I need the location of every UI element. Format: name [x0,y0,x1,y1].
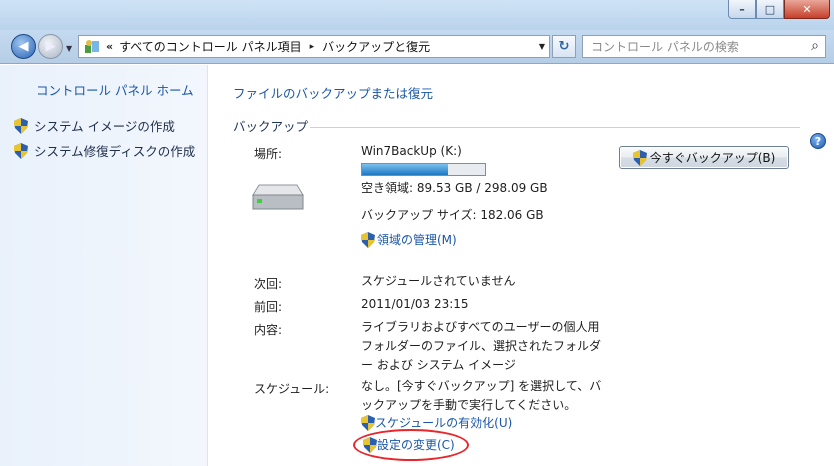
forward-arrow-icon[interactable]: ▶ [38,34,63,59]
address-dropdown-icon[interactable]: ▼ [539,42,545,51]
main-content: ? ファイルのバックアップまたは復元 バックアップ 場所: Win7BackUp… [209,65,834,466]
uac-shield-icon [361,231,375,248]
contents-line: フォルダーのファイル、選択されたフォルダ [361,339,602,353]
uac-shield-icon [361,414,375,431]
search-icon[interactable]: ⌕ [811,38,819,54]
section-title: バックアップ [233,119,309,134]
search-box[interactable]: ⌕ [582,35,826,58]
title-bar: – □ ✕ [0,0,834,30]
control-panel-icon [82,38,102,56]
contents-label: 内容: [254,323,283,337]
create-repair-disc-link[interactable]: システム修復ディスクの作成 [14,141,195,160]
control-panel-home-link[interactable]: コントロール パネル ホーム [36,80,194,99]
task-label: システム修復ディスクの作成 [34,144,196,159]
navigation-bar: ◀ ▶ ▼ « すべてのコントロール パネル項目 ▸ バックアップと復元 ▼ ↻… [0,30,834,64]
minimize-button[interactable]: – [728,0,756,19]
schedule-value: なし。[今すぐバックアップ] を選択して、バ ックアップを手動で実行してください… [361,377,601,415]
uac-shield-icon [14,117,28,134]
breadcrumb-separator[interactable]: ▸ [310,42,315,52]
create-system-image-link[interactable]: システム イメージの作成 [14,116,175,135]
change-settings-link[interactable]: 設定の変更(C) [363,436,455,453]
backup-restore-files-link[interactable]: ファイルのバックアップまたは復元 [233,83,433,102]
free-space-text: 空き領域: 89.53 GB / 298.09 GB [361,181,548,195]
breadcrumb-backup-restore[interactable]: バックアップと復元 [322,38,430,55]
last-label: 前回: [254,300,283,314]
section-divider [310,127,800,128]
address-bar[interactable]: « すべてのコントロール パネル項目 ▸ バックアップと復元 ▼ [78,35,550,58]
task-label: システム イメージの作成 [34,119,175,134]
change-settings-label: 設定の変更(C) [377,438,455,452]
help-icon[interactable]: ? [810,133,826,149]
close-button[interactable]: ✕ [784,0,830,19]
contents-line: ライブラリおよびすべてのユーザーの個人用 [361,320,600,334]
uac-shield-icon [14,142,28,159]
schedule-line: ックアップを手動で実行してください。 [361,398,577,412]
backup-now-label: 今すぐバックアップ(B) [649,151,776,165]
location-label: 場所: [254,147,283,161]
maximize-button[interactable]: □ [756,0,784,19]
drive-icon [251,181,305,213]
backup-size-text: バックアップ サイズ: 182.06 GB [361,208,544,222]
address-overflow[interactable]: « [106,40,113,53]
uac-shield-icon [632,149,647,166]
window-controls: – □ ✕ [728,0,830,19]
contents-line: ー および システム イメージ [361,358,516,372]
contents-value: ライブラリおよびすべてのユーザーの個人用 フォルダーのファイル、選択されたフォル… [361,318,601,375]
schedule-label: スケジュール: [254,382,330,396]
backup-now-button[interactable]: 今すぐバックアップ(B) [619,146,789,169]
next-value: スケジュールされていません [361,274,516,288]
enable-schedule-label: スケジュールの有効化(U) [375,416,513,430]
schedule-line: なし。[今すぐバックアップ] を選択して、バ [361,379,602,393]
refresh-icon[interactable]: ↻ [552,35,576,58]
uac-shield-icon [363,436,377,453]
manage-space-label: 領域の管理(M) [377,233,457,247]
location-value: Win7BackUp (K:) [361,144,462,158]
search-input[interactable] [591,39,791,54]
back-arrow-icon[interactable]: ◀ [11,34,36,59]
enable-schedule-link[interactable]: スケジュールの有効化(U) [361,414,512,431]
left-pane: コントロール パネル ホーム システム イメージの作成 システム修復ディスクの作… [0,65,208,466]
recent-pages-dropdown[interactable]: ▼ [66,44,72,53]
manage-space-link[interactable]: 領域の管理(M) [361,231,457,248]
disk-usage-fill [362,164,449,175]
next-label: 次回: [254,277,283,291]
breadcrumb-all-items[interactable]: すべてのコントロール パネル項目 [119,38,302,55]
last-value: 2011/01/03 23:15 [361,297,469,311]
disk-usage-bar [361,163,486,176]
